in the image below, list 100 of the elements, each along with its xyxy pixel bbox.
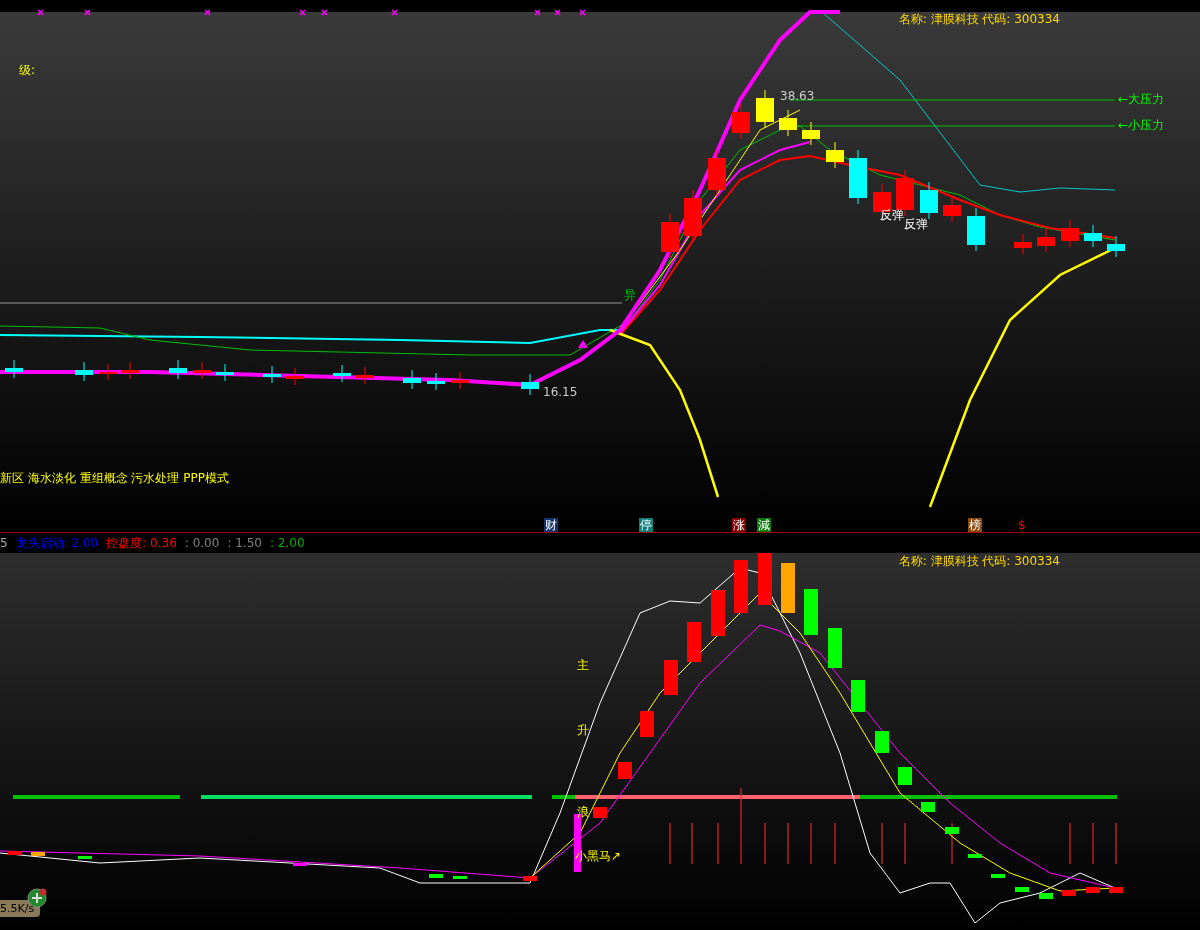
cross-marker-icon: [204, 9, 211, 16]
candlestick: [732, 103, 750, 140]
indicator-bar: [758, 553, 772, 605]
indicator-value: : 0.00: [184, 536, 220, 550]
candlestick: [75, 361, 93, 382]
indicator-bar: [429, 874, 443, 878]
pressure-label: ←小压力: [1118, 118, 1165, 132]
indicator-bar: [968, 854, 982, 858]
candlestick: [193, 361, 211, 380]
indicator-bar: [828, 628, 842, 668]
signal-line: [1069, 822, 1071, 865]
signal-line: [787, 822, 789, 865]
indicator-bar: [687, 622, 701, 662]
rebound-label: 反弹: [880, 208, 904, 222]
event-marker[interactable]: 榜: [968, 518, 982, 532]
candlestick: [779, 109, 797, 137]
wave-label: 浪: [577, 805, 589, 819]
event-marker[interactable]: 涨: [732, 518, 746, 532]
indicator-bar: [78, 856, 92, 859]
indicator-bar: [734, 560, 748, 613]
signal-label: 异: [624, 288, 636, 302]
candlestick: [427, 372, 445, 391]
candlestick: [967, 207, 985, 252]
event-marker[interactable]: 停: [639, 518, 653, 532]
candlestick: [802, 121, 820, 146]
indicator-bar: [711, 590, 725, 636]
indicator-bar: [1015, 887, 1029, 892]
wave-label: 升: [577, 723, 589, 737]
candlestick: [1014, 233, 1032, 255]
indicator-bar: [1039, 893, 1053, 899]
candlestick: [943, 196, 961, 223]
indicator-bar: [875, 731, 889, 753]
cross-marker-icon: [554, 9, 561, 16]
indicator-bar: [1109, 887, 1123, 893]
indicator-bar: [618, 762, 632, 779]
candlestick: [121, 361, 139, 380]
event-marker[interactable]: 減: [757, 518, 771, 532]
dark-horse-label: 小黑马↗: [575, 849, 622, 863]
cross-marker-icon: [391, 9, 398, 16]
candlestick: [169, 359, 187, 380]
candlestick: [1107, 235, 1125, 258]
indicator-bar: [1086, 887, 1100, 893]
indicator-bar: [8, 851, 22, 855]
indicator-value: 控盘度: 0.36: [106, 536, 177, 550]
candlestick: [873, 183, 891, 219]
indicator-bar: [453, 876, 467, 879]
signal-line: [669, 822, 671, 865]
signal-line: [1092, 822, 1094, 865]
candlestick: [1084, 224, 1102, 248]
candlestick: [826, 141, 844, 169]
candlestick: [5, 359, 23, 379]
candlestick: [708, 149, 726, 197]
triangle-icon: [578, 340, 588, 348]
candlestick: [1037, 228, 1055, 253]
indicator-prefix: 5: [0, 536, 8, 550]
rebound-label: 反弹: [904, 217, 928, 231]
dollar-marker: $: [1018, 518, 1026, 532]
indicator-value: : 1.50: [227, 536, 262, 550]
indicator-bar: [523, 876, 537, 881]
candlestick: [451, 371, 469, 390]
candlestick: [333, 364, 351, 383]
signal-line: [881, 822, 883, 865]
candlestick: [286, 367, 304, 386]
indicator-bar: [640, 711, 654, 737]
indicator-bar: [804, 589, 818, 635]
candlestick: [521, 373, 539, 396]
indicator-bar: [1062, 890, 1076, 896]
candlestick: [216, 363, 234, 382]
indicator-bar: [293, 863, 307, 866]
stock-name-label: 名称: 津膜科技 代码: 300334: [898, 554, 1060, 568]
indicator-bar: [851, 680, 865, 712]
high-price-label: 38.63: [780, 89, 815, 103]
cross-marker-icon: [534, 9, 541, 16]
indicator-value: : 2.00: [269, 536, 305, 550]
candlestick: [263, 365, 281, 384]
signal-line: [691, 822, 693, 865]
candlestick: [403, 369, 421, 390]
indicator-bar: [991, 874, 1005, 878]
event-marker[interactable]: 财: [544, 518, 558, 532]
stock-name-label: 名称: 津膜科技 代码: 300334: [898, 12, 1060, 26]
indicator-bar: [898, 767, 912, 785]
concept-tags-text: 新区 海水淡化 重组概念 污水处理 PPP模式: [0, 471, 229, 485]
cross-marker-icon: [321, 9, 328, 16]
wave-label: 主: [577, 658, 589, 672]
indicator-bar: [664, 660, 678, 695]
signal-line: [904, 822, 906, 865]
indicator-bar: [921, 802, 935, 812]
indicator-bar: [781, 563, 795, 613]
low-price-label: 16.15: [543, 385, 578, 399]
cross-marker-icon: [37, 9, 44, 16]
indicator-value: 龙头启动: 2.00: [15, 536, 99, 550]
candlestick: [661, 213, 679, 259]
level-label: 级:: [19, 63, 36, 77]
candlestick: [99, 363, 117, 381]
candlestick: [684, 189, 702, 243]
indicator-bar: [31, 852, 45, 856]
signal-line: [951, 822, 953, 865]
indicator-bar: [945, 827, 959, 834]
cross-marker-icon: [579, 9, 586, 16]
signal-line: [1115, 822, 1117, 865]
